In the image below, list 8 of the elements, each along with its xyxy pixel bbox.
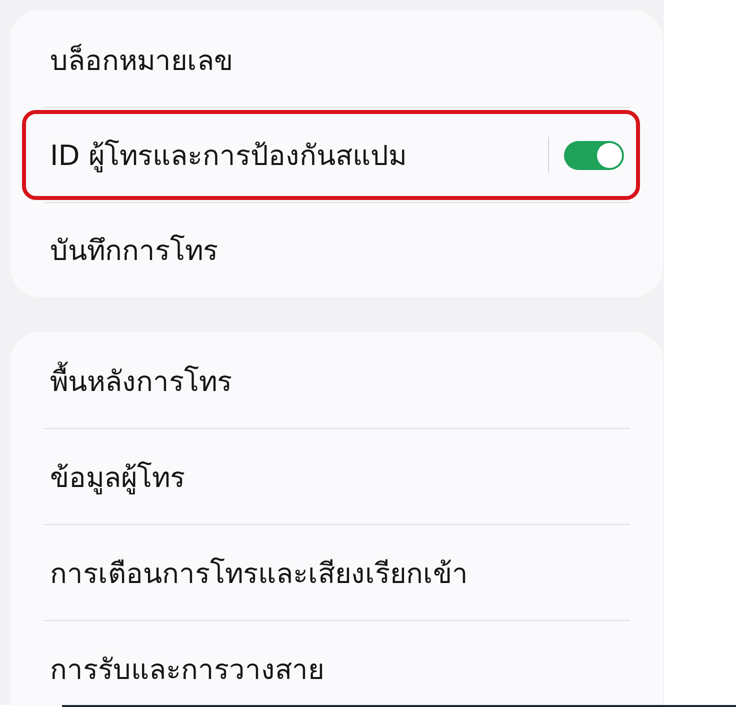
settings-item[interactable]: การรับและการวางสาย bbox=[22, 623, 640, 705]
settings-item[interactable]: บันทึกการโทร bbox=[22, 205, 640, 295]
settings-item[interactable]: ID ผู้โทรและการป้องกันสแปม bbox=[22, 110, 640, 200]
settings-item[interactable]: การเตือนการโทรและเสียงเรียกเข้า bbox=[22, 527, 640, 618]
settings-item[interactable]: พื้นหลังการโทร bbox=[22, 335, 640, 426]
settings-item[interactable]: ข้อมูลผู้โทร bbox=[22, 431, 640, 522]
settings-item[interactable]: บล็อกหมายเลข bbox=[22, 15, 640, 105]
toggle-switch[interactable] bbox=[564, 140, 624, 170]
